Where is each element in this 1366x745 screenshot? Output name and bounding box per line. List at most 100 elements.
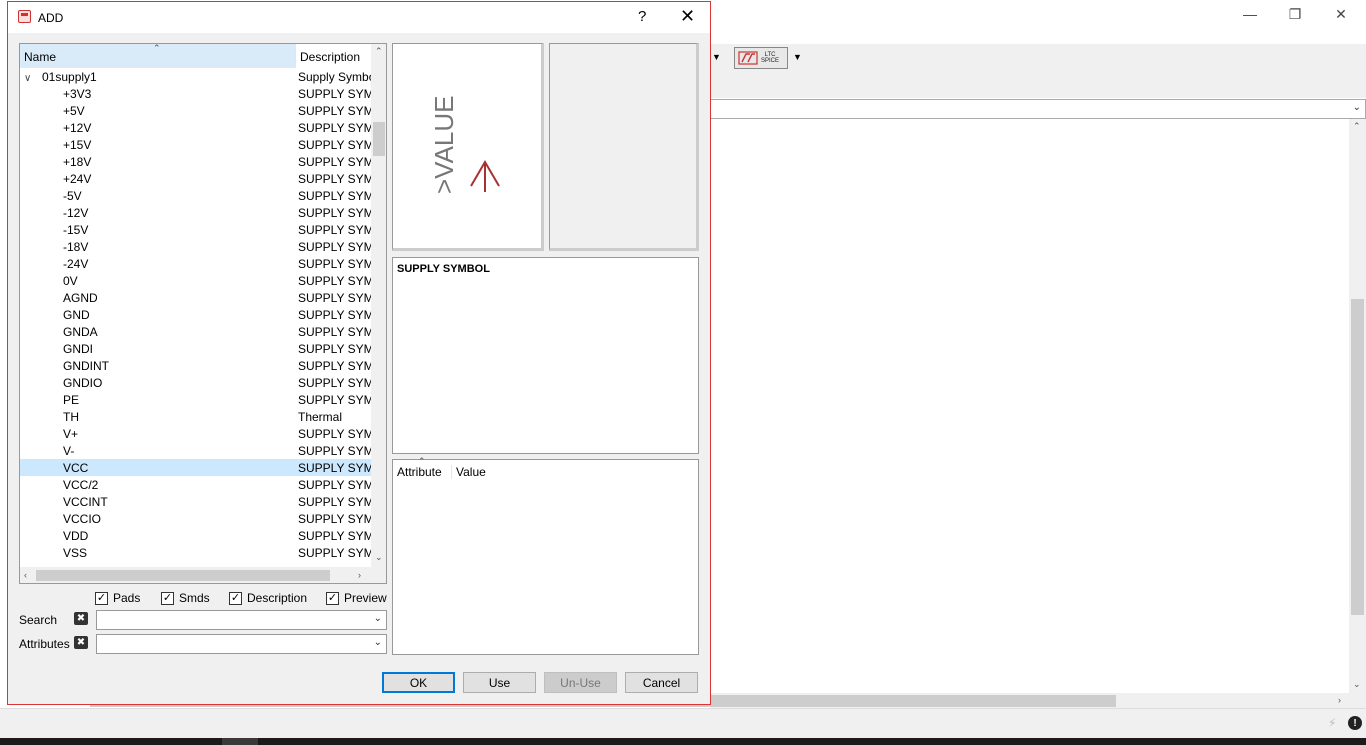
- scroll-up-icon[interactable]: ⌃: [1353, 121, 1361, 132]
- ok-button[interactable]: OK: [382, 672, 455, 693]
- tree-row[interactable]: GNDI SUPPLY SYMBOL: [20, 340, 371, 357]
- description-checkbox[interactable]: ✓ Description: [229, 591, 307, 605]
- tree-row[interactable]: -18V SUPPLY SYMBOL: [20, 238, 371, 255]
- toolbar-dropdown-icon[interactable]: ▼: [712, 52, 721, 62]
- tree-row[interactable]: VCC/2 SUPPLY SYMBOL: [20, 476, 371, 493]
- minimize-icon[interactable]: —: [1227, 0, 1273, 28]
- tree-row[interactable]: +12V SUPPLY SYMBOL: [20, 119, 371, 136]
- device-description: SUPPLY SYMBOL: [298, 341, 371, 356]
- restore-icon[interactable]: ❐: [1272, 0, 1318, 28]
- tree-row-library[interactable]: ∨01supply1 Supply Symbols: [20, 68, 371, 85]
- search-input[interactable]: ⌄: [96, 610, 387, 630]
- tree-row[interactable]: -12V SUPPLY SYMBOL: [20, 204, 371, 221]
- column-header-description[interactable]: Description: [295, 44, 371, 68]
- taskbar-active-item[interactable]: [222, 738, 258, 745]
- description-panel: SUPPLY SYMBOL: [392, 257, 699, 454]
- tree-row[interactable]: V+ SUPPLY SYMBOL: [20, 425, 371, 442]
- tree-row[interactable]: -24V SUPPLY SYMBOL: [20, 255, 371, 272]
- tree-row[interactable]: +18V SUPPLY SYMBOL: [20, 153, 371, 170]
- pads-checkbox[interactable]: ✓ Pads: [95, 591, 140, 605]
- device-name: +12V: [63, 120, 92, 135]
- device-description: SUPPLY SYMBOL: [298, 171, 371, 186]
- help-button[interactable]: ?: [638, 8, 646, 25]
- column-header-attribute[interactable]: ⌃ Attribute: [393, 456, 452, 479]
- tree-row[interactable]: AGND SUPPLY SYMBOL: [20, 289, 371, 306]
- unuse-button[interactable]: Un-Use: [544, 672, 617, 693]
- smds-checkbox[interactable]: ✓ Smds: [161, 591, 210, 605]
- tree-row[interactable]: TH Thermal: [20, 408, 371, 425]
- tree-row[interactable]: VSS SUPPLY SYMBOL: [20, 544, 371, 561]
- device-description: SUPPLY SYMBOL: [298, 477, 371, 492]
- device-description: SUPPLY SYMBOL: [298, 290, 371, 305]
- device-description: SUPPLY SYMBOL: [298, 511, 371, 526]
- use-button[interactable]: Use: [463, 672, 536, 693]
- scroll-down-icon[interactable]: ⌄: [1353, 679, 1361, 690]
- scroll-down-icon[interactable]: ⌄: [375, 552, 383, 563]
- column-header-name[interactable]: ⌃ Name: [20, 44, 295, 68]
- smds-check-box[interactable]: ✓: [161, 591, 174, 605]
- scroll-left-icon[interactable]: ‹: [24, 570, 27, 580]
- chevron-down-icon[interactable]: ⌄: [374, 613, 382, 624]
- tree-row[interactable]: VDD SUPPLY SYMBOL: [20, 527, 371, 544]
- device-name: GNDINT: [63, 358, 109, 373]
- tree-row[interactable]: VCCSUPPLY SYMBOL: [20, 459, 371, 476]
- close-icon[interactable]: ✕: [680, 6, 695, 27]
- clear-attributes-icon[interactable]: ✖: [74, 636, 88, 649]
- scroll-right-icon[interactable]: ›: [1338, 695, 1341, 705]
- device-name: GND: [63, 307, 90, 322]
- tree-row[interactable]: GND SUPPLY SYMBOL: [20, 306, 371, 323]
- chevron-down-icon[interactable]: ⌄: [374, 637, 382, 648]
- preview-checkbox[interactable]: ✓ Preview: [326, 591, 387, 605]
- scroll-right-icon[interactable]: ›: [358, 570, 361, 580]
- device-name: GNDIO: [63, 375, 103, 390]
- library-tree[interactable]: ⌃ Name Description ∨ 01supply1 Supply Sym…: [19, 43, 387, 584]
- app-vertical-scrollbar[interactable]: ⌃ ⌄: [1349, 119, 1366, 693]
- tree-horizontal-scrollbar[interactable]: ‹ ›: [20, 567, 386, 583]
- chevron-down-icon[interactable]: ⌄: [1353, 102, 1361, 113]
- device-name: TH: [63, 409, 79, 424]
- tree-row[interactable]: 0V SUPPLY SYMBOL: [20, 272, 371, 289]
- cancel-button[interactable]: Cancel: [625, 672, 698, 693]
- attributes-table[interactable]: ⌃ Attribute Value: [392, 456, 699, 655]
- dialog-titlebar: ADD ? ✕: [8, 2, 710, 33]
- tree-row[interactable]: VCCIO SUPPLY SYMBOL: [20, 510, 371, 527]
- tree-row[interactable]: +5V SUPPLY SYMBOL: [20, 102, 371, 119]
- scroll-up-icon[interactable]: ⌃: [375, 46, 383, 57]
- description-check-box[interactable]: ✓: [229, 591, 242, 605]
- tree-hscroll-thumb[interactable]: [36, 570, 330, 581]
- package-preview: [549, 43, 699, 251]
- device-name: VCCINT: [63, 494, 108, 509]
- app-vscroll-thumb[interactable]: [1351, 299, 1364, 615]
- ltspice-logo-icon: [738, 51, 758, 65]
- preview-check-box[interactable]: ✓: [326, 591, 339, 605]
- close-window-icon[interactable]: ✕: [1318, 0, 1364, 28]
- pads-check-box[interactable]: ✓: [95, 591, 108, 605]
- ltc-dropdown-icon[interactable]: ▼: [793, 52, 802, 62]
- tree-row[interactable]: PE SUPPLY SYMBOL: [20, 391, 371, 408]
- warning-icon[interactable]: !: [1348, 716, 1362, 730]
- tree-row[interactable]: GNDA SUPPLY SYMBOL: [20, 323, 371, 340]
- app-command-combo[interactable]: ⌄: [710, 99, 1366, 119]
- clear-search-icon[interactable]: ✖: [74, 612, 88, 625]
- column-header-value[interactable]: Value: [452, 465, 486, 479]
- tree-row[interactable]: GNDINT SUPPLY SYMBOL: [20, 357, 371, 374]
- app-icon: [18, 10, 31, 23]
- tree-row[interactable]: +15V SUPPLY SYMBOL: [20, 136, 371, 153]
- tree-row[interactable]: -15V SUPPLY SYMBOL: [20, 221, 371, 238]
- expand-collapse-icon[interactable]: ∨: [24, 73, 42, 84]
- tree-vertical-scrollbar[interactable]: ⌃ ⌄: [371, 44, 386, 567]
- lightning-icon: ⚡: [1328, 716, 1337, 730]
- tree-row[interactable]: +3V3 SUPPLY SYMBOL: [20, 85, 371, 102]
- device-name: VCC/2: [63, 477, 99, 492]
- tree-row[interactable]: V- SUPPLY SYMBOL: [20, 442, 371, 459]
- tree-vscroll-thumb[interactable]: [373, 122, 385, 156]
- device-description: SUPPLY SYMBOL: [298, 86, 371, 101]
- tree-row[interactable]: +24V SUPPLY SYMBOL: [20, 170, 371, 187]
- device-description: Thermal: [298, 409, 343, 424]
- attributes-filter-input[interactable]: ⌄: [96, 634, 387, 654]
- tree-row[interactable]: -5V SUPPLY SYMBOL: [20, 187, 371, 204]
- tree-row[interactable]: VCCINT SUPPLY SYMBOL: [20, 493, 371, 510]
- ltc-spice-button[interactable]: LTC SPICE: [734, 47, 788, 69]
- search-label: Search: [19, 613, 58, 627]
- tree-row[interactable]: GNDIO SUPPLY SYMBOL: [20, 374, 371, 391]
